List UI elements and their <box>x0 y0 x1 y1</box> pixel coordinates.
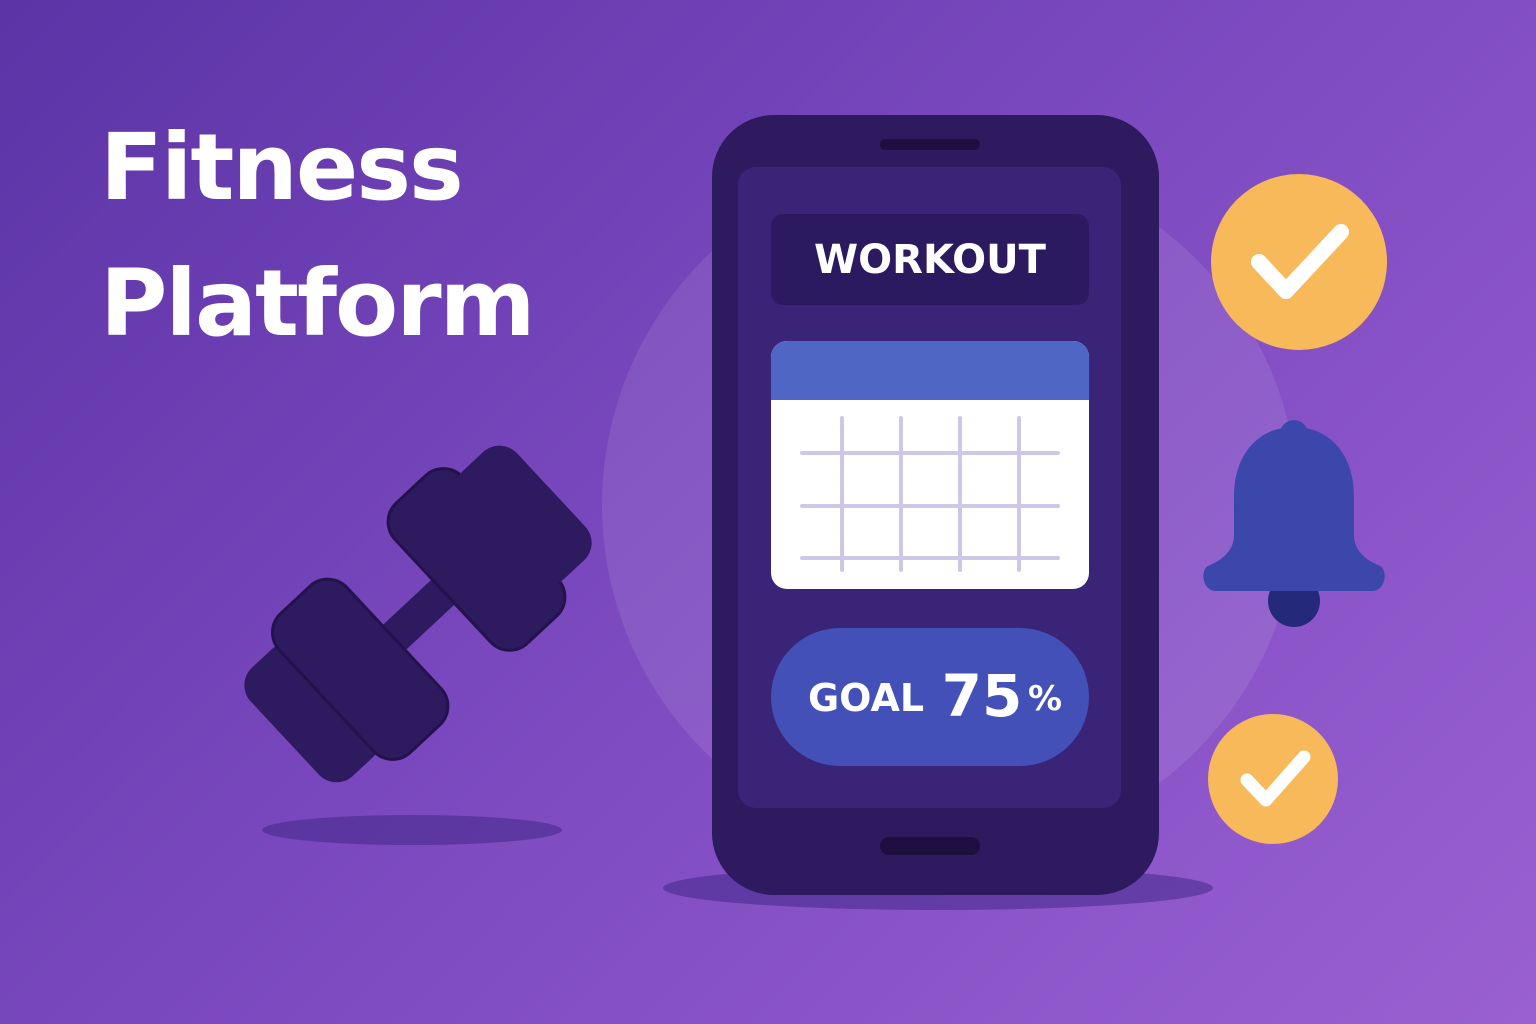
goal-value: 75 <box>942 662 1023 730</box>
phone-home-button[interactable] <box>880 837 980 855</box>
dumbbell-icon <box>244 445 592 845</box>
check-badge-small <box>1208 714 1338 844</box>
check-badge-large <box>1211 174 1387 350</box>
goal-label: GOAL <box>808 676 924 720</box>
phone: WORKOUT GOAL 75 % <box>663 115 1213 910</box>
illustration: WORKOUT GOAL 75 % <box>244 115 1387 910</box>
dumbbell-shadow <box>262 815 562 845</box>
check-circle-icon <box>1208 714 1338 844</box>
calendar-header-bar <box>771 341 1089 400</box>
calendar-icon[interactable] <box>771 341 1089 589</box>
phone-speaker <box>880 139 980 150</box>
workout-header-label: WORKOUT <box>814 237 1047 283</box>
check-circle-icon <box>1211 174 1387 350</box>
goal-unit: % <box>1028 679 1062 719</box>
